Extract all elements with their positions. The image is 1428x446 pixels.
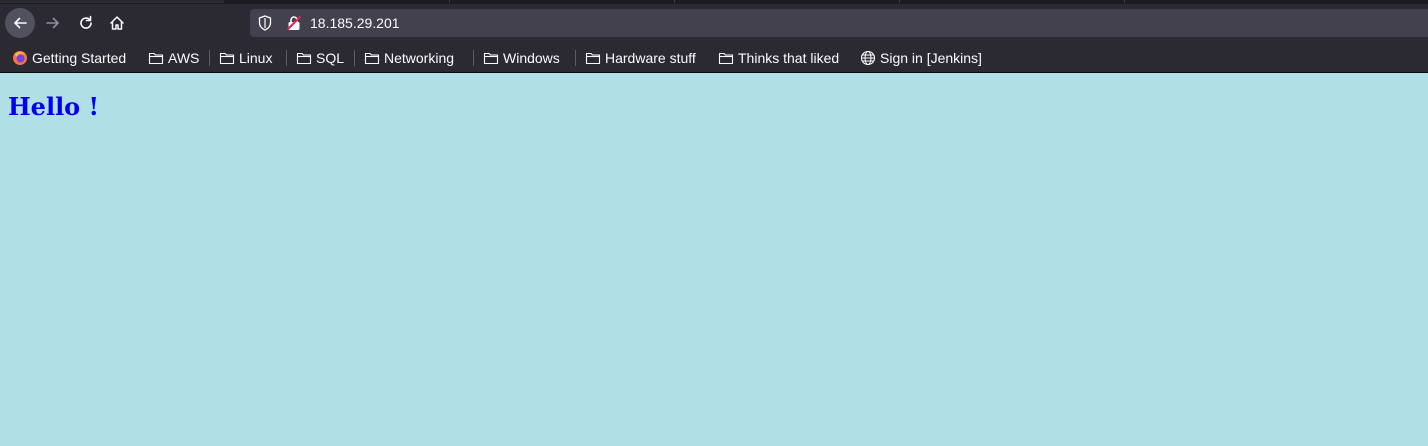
folder-icon [148,52,164,65]
insecure-lock-icon[interactable] [286,15,302,31]
bookmark-folder-hardware-stuff[interactable]: Hardware stuff [585,47,696,69]
bookmark-sign-in-jenkins[interactable]: Sign in [Jenkins] [860,47,982,69]
tab[interactable] [449,0,674,3]
shield-icon[interactable] [258,15,272,31]
tab[interactable] [899,0,1124,3]
bookmark-getting-started[interactable]: Getting Started [12,47,126,69]
arrow-left-icon [14,17,27,29]
bookmark-label: Hardware stuff [605,50,696,66]
tab[interactable] [674,0,899,3]
home-button[interactable] [102,8,132,38]
folder-icon [219,52,235,65]
bookmark-separator [473,50,474,66]
forward-button[interactable] [38,8,68,38]
arrow-right-icon [46,17,59,29]
bookmark-folder-thinks-that-liked[interactable]: Thinks that liked [718,47,839,69]
globe-icon [860,50,876,66]
address-bar[interactable]: 18.185.29.201 [250,9,1428,37]
bookmark-label: Thinks that liked [738,50,840,66]
tab-active[interactable] [0,0,224,3]
bookmark-folder-networking[interactable]: Networking [364,47,454,69]
back-button[interactable] [5,8,35,38]
bookmark-folder-linux[interactable]: Linux [219,47,272,69]
navigation-toolbar: 18.185.29.201 [0,4,1428,42]
folder-icon [483,52,499,65]
bookmark-separator [575,50,576,66]
bookmark-separator [354,50,355,66]
page-content: Hello ! [0,73,1428,446]
bookmark-label: Getting Started [32,50,127,66]
bookmarks-toolbar: Getting Started AWS Linux SQL Networking… [0,42,1428,73]
url-text[interactable]: 18.185.29.201 [310,14,400,32]
bookmark-label: Linux [239,50,273,66]
tab[interactable] [1124,0,1349,3]
folder-icon [296,52,312,65]
reload-button[interactable] [71,8,101,38]
bookmark-label: AWS [168,50,200,66]
folder-icon [364,52,380,65]
bookmark-separator [286,50,287,66]
page-heading: Hello ! [8,92,100,121]
firefox-icon [13,51,27,65]
bookmark-separator [209,50,210,66]
browser-chrome: 18.185.29.201 Getting Started AWS Linux … [0,0,1428,73]
folder-icon [585,52,601,65]
bookmark-folder-sql[interactable]: SQL [296,47,344,69]
bookmark-label: SQL [316,50,345,66]
bookmark-folder-windows[interactable]: Windows [483,47,560,69]
home-icon [110,16,124,30]
bookmark-label: Networking [384,50,455,66]
bookmark-label: Windows [503,50,560,66]
bookmark-folder-aws[interactable]: AWS [148,47,199,69]
folder-icon [718,52,734,65]
bookmark-label: Sign in [Jenkins] [880,50,982,66]
reload-icon [80,15,92,29]
